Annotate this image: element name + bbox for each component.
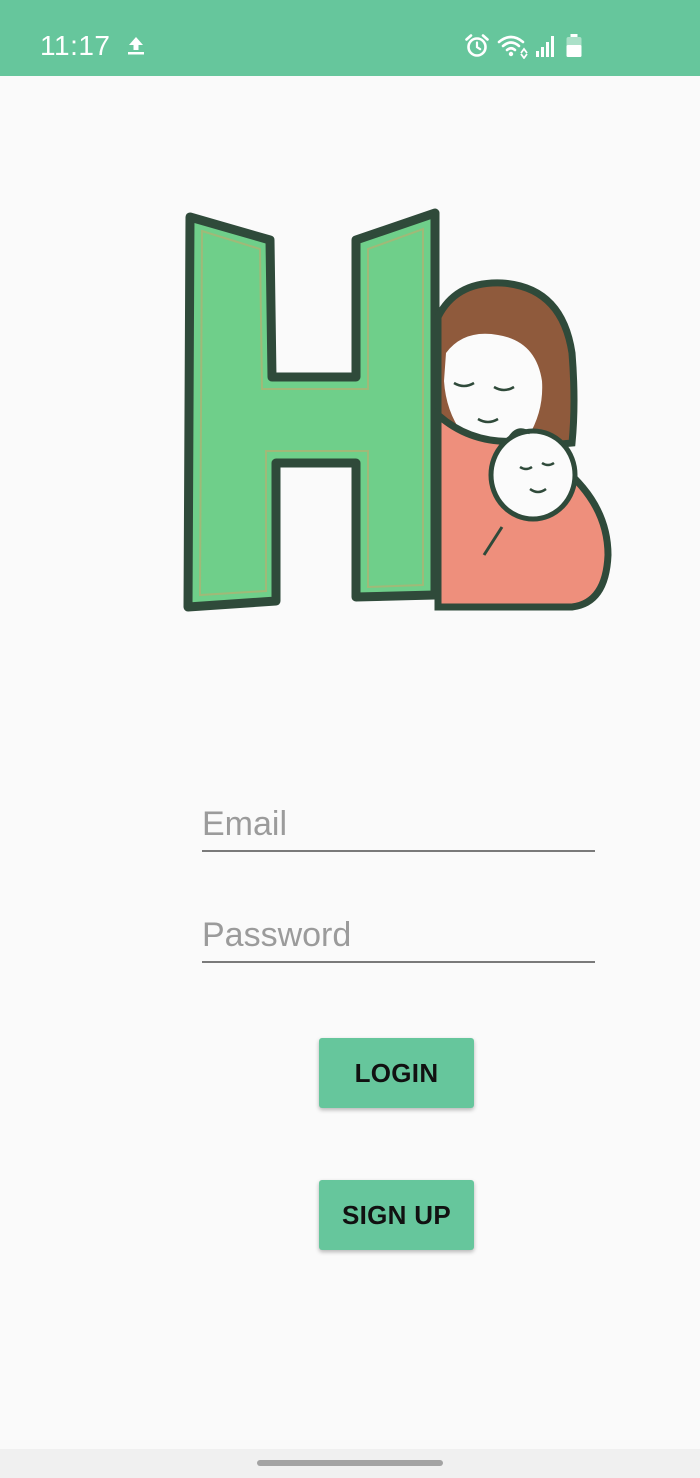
status-bar: 11:17 (0, 0, 700, 76)
alarm-icon (465, 34, 489, 57)
password-field[interactable] (202, 911, 595, 963)
email-input[interactable] (202, 802, 595, 846)
battery-icon (566, 34, 582, 57)
logo-letter-h (183, 208, 440, 612)
upload-icon (128, 37, 144, 55)
app-logo (183, 208, 612, 612)
wifi-icon (497, 35, 528, 59)
password-input[interactable] (202, 913, 595, 957)
login-button[interactable]: LOGIN (319, 1038, 474, 1108)
signal-icon (536, 36, 554, 57)
mother-and-baby-illustration (434, 279, 612, 611)
signup-button[interactable]: SIGN UP (319, 1180, 474, 1250)
home-indicator[interactable] (257, 1460, 443, 1466)
navigation-bar (0, 1449, 700, 1478)
status-time: 11:17 (40, 30, 111, 61)
email-field[interactable] (202, 800, 595, 852)
